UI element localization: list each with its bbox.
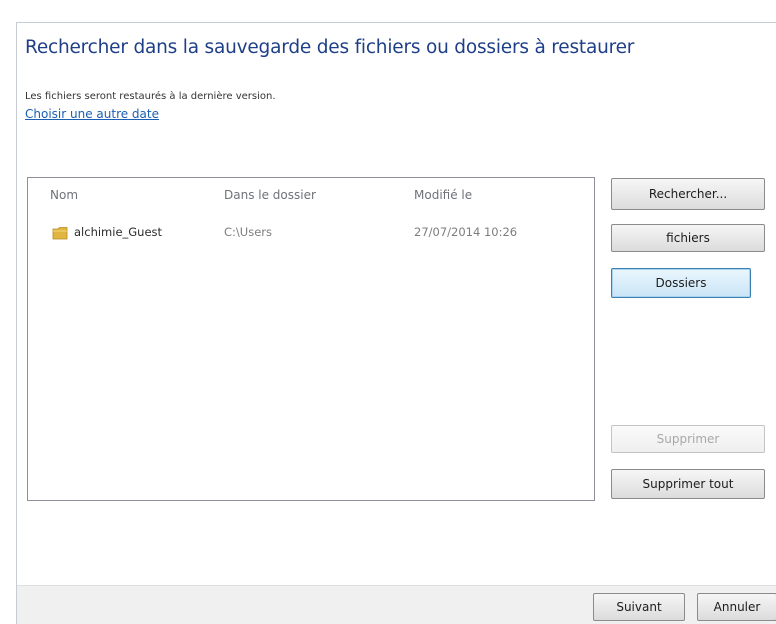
- column-header-name[interactable]: Nom: [50, 188, 78, 202]
- remove-button[interactable]: Supprimer: [611, 425, 765, 453]
- row-folder: C:\Users: [224, 225, 272, 239]
- restore-dialog: Rechercher dans la sauvegarde des fichie…: [16, 22, 776, 624]
- row-modified: 27/07/2014 10:26: [414, 225, 518, 239]
- table-row[interactable]: alchimie_Guest C:\Users 27/07/2014 10:26: [28, 222, 594, 244]
- choose-other-date-link[interactable]: Choisir une autre date: [25, 107, 159, 121]
- restore-info-text: Les fichiers seront restaurés à la derni…: [25, 91, 276, 102]
- row-name: alchimie_Guest: [74, 225, 163, 239]
- next-button[interactable]: Suivant: [593, 593, 685, 621]
- search-button[interactable]: Rechercher...: [611, 178, 765, 210]
- dialog-title: Rechercher dans la sauvegarde des fichie…: [25, 37, 635, 58]
- add-folders-button[interactable]: Dossiers: [611, 268, 751, 298]
- column-header-folder[interactable]: Dans le dossier: [224, 188, 316, 202]
- cancel-button[interactable]: Annuler: [697, 593, 776, 621]
- dialog-footer: Suivant Annuler: [17, 585, 776, 624]
- column-header-modified[interactable]: Modifié le: [414, 188, 472, 202]
- add-files-button[interactable]: fichiers: [611, 224, 765, 252]
- folder-icon: [52, 227, 68, 240]
- remove-all-button[interactable]: Supprimer tout: [611, 469, 765, 499]
- restore-file-list[interactable]: Nom Dans le dossier Modifié le alchimie_…: [27, 177, 595, 501]
